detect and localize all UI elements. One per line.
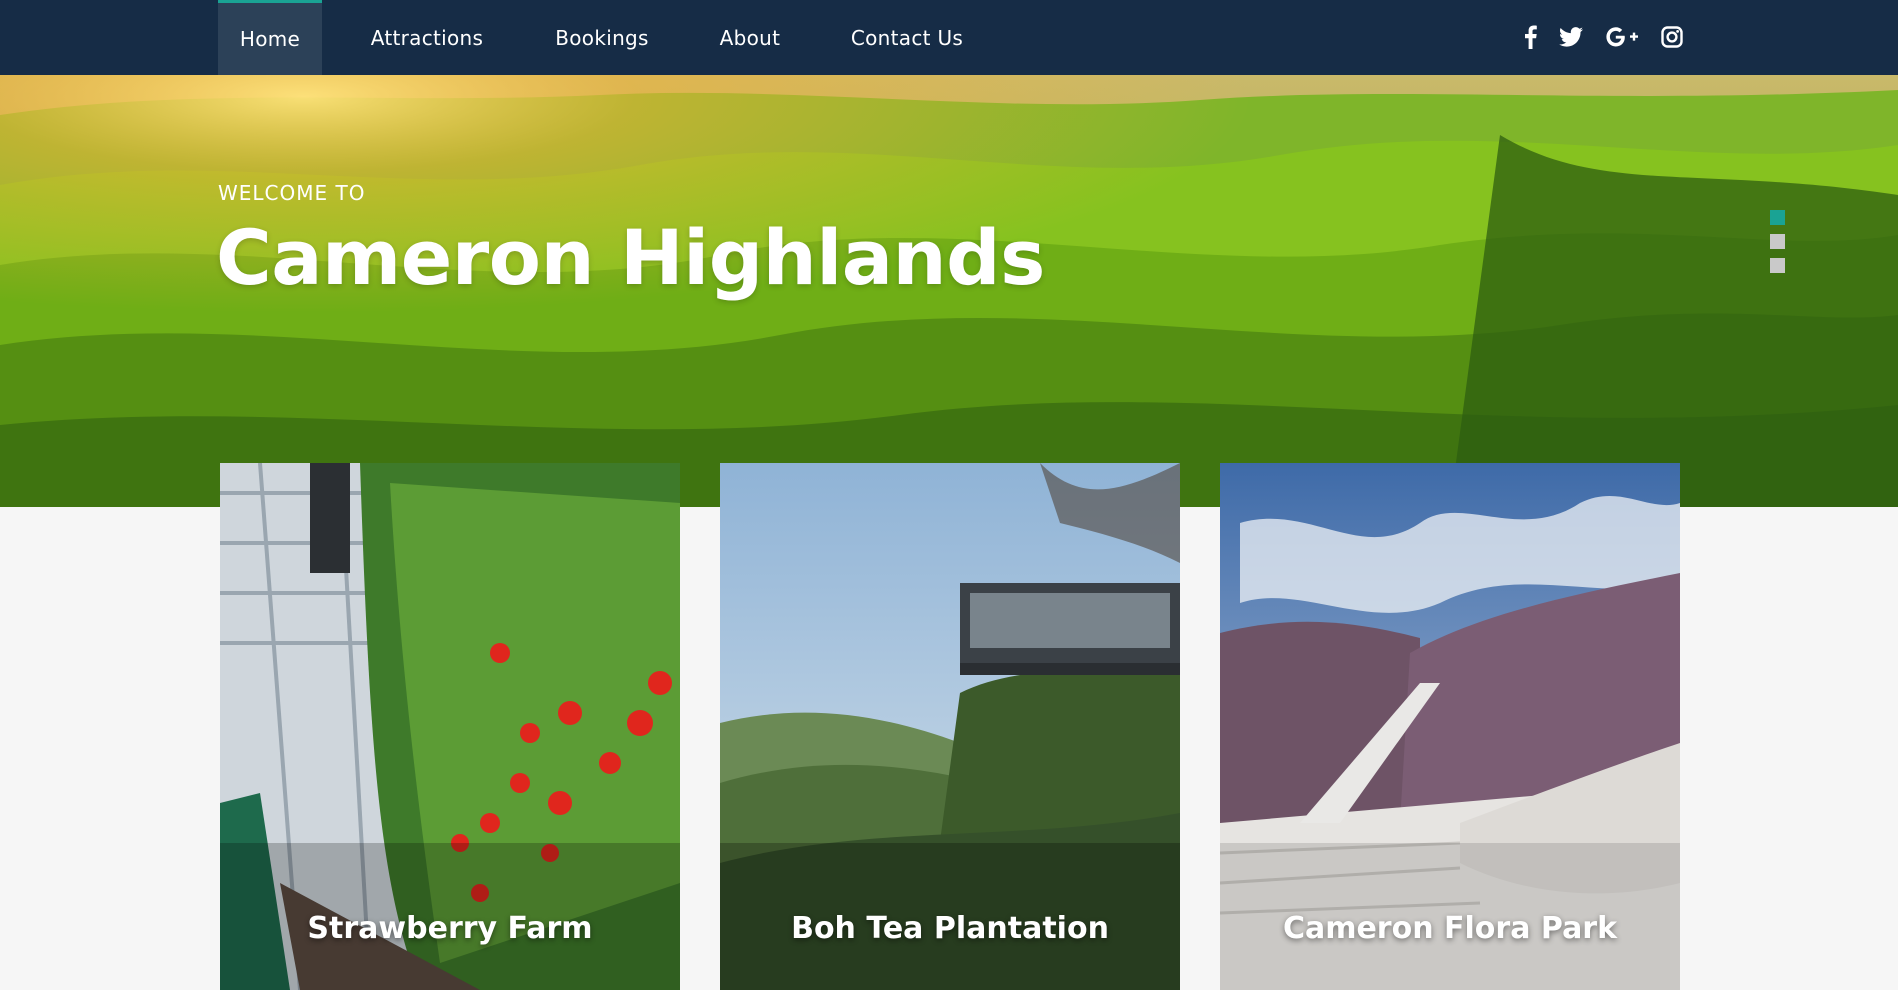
card-label: Boh Tea Plantation <box>791 911 1109 946</box>
top-navbar: Home Attractions Bookings About Contact … <box>0 0 1898 75</box>
nav-contact-us[interactable]: Contact Us <box>834 0 980 75</box>
google-plus-icon[interactable] <box>1604 22 1640 52</box>
slider-dot-1[interactable] <box>1770 210 1785 225</box>
card-strawberry-farm[interactable]: Strawberry Farm <box>220 463 680 990</box>
twitter-icon[interactable] <box>1556 22 1586 52</box>
instagram-icon[interactable] <box>1657 22 1687 52</box>
page-title: Cameron Highlands <box>216 213 1045 302</box>
card-cameron-flora-park[interactable]: Cameron Flora Park <box>1220 463 1680 990</box>
slider-dot-2[interactable] <box>1770 234 1785 249</box>
nav-home[interactable]: Home <box>218 0 322 75</box>
card-label: Strawberry Farm <box>307 911 593 946</box>
nav-attractions[interactable]: Attractions <box>352 0 502 75</box>
facebook-icon[interactable] <box>1515 22 1545 52</box>
nav-bookings[interactable]: Bookings <box>540 0 664 75</box>
card-boh-tea-plantation[interactable]: Boh Tea Plantation <box>720 463 1180 990</box>
slider-dots <box>1770 210 1786 273</box>
hero-banner: WELCOME TO Cameron Highlands <box>0 75 1898 507</box>
nav-about[interactable]: About <box>704 0 796 75</box>
card-label: Cameron Flora Park <box>1282 911 1618 946</box>
slider-dot-3[interactable] <box>1770 258 1785 273</box>
hero-kicker: WELCOME TO <box>218 181 366 205</box>
